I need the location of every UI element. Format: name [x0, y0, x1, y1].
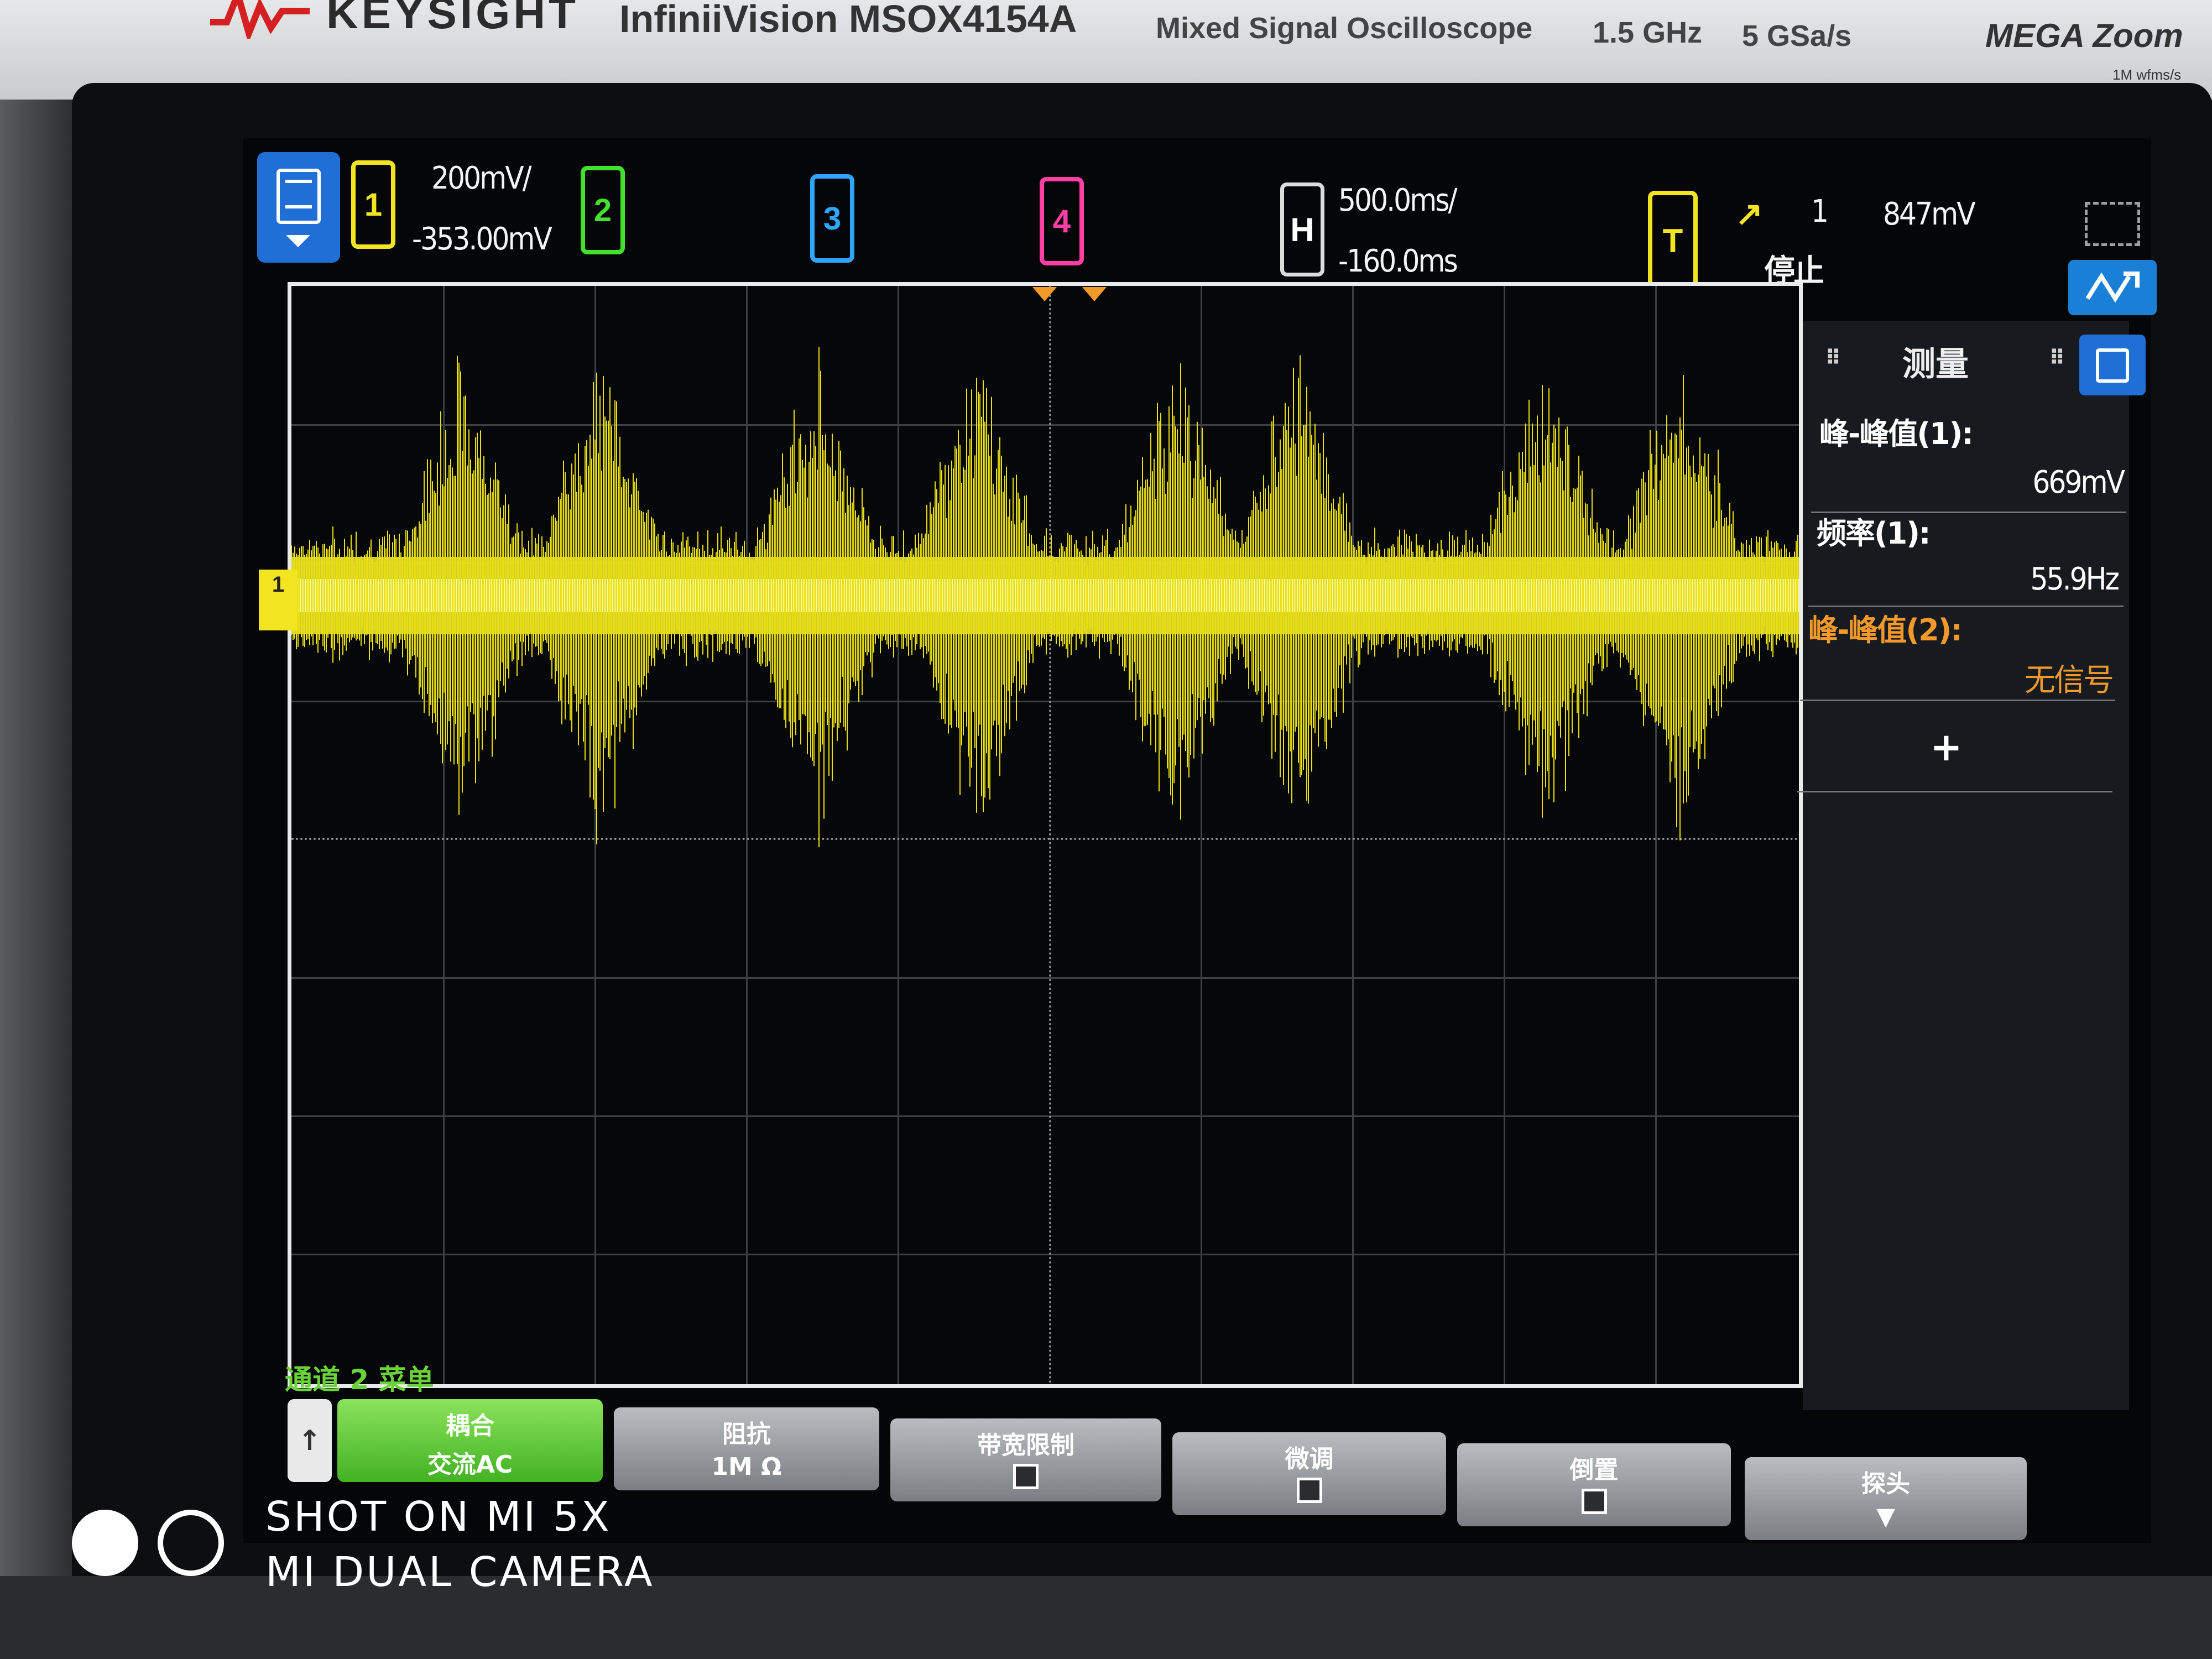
camera-logo-dot-icon	[72, 1510, 138, 1576]
camera-watermark-line1: SHOT ON MI 5X	[265, 1493, 612, 1541]
channel-2-indicator[interactable]: 2	[581, 166, 625, 254]
measurement-value: 55.9Hz	[2030, 561, 2120, 597]
fine-adjust-softkey[interactable]: 微调	[1172, 1432, 1446, 1515]
time-scale: 500.0ms/	[1338, 182, 1457, 218]
softkey-label: 耦合	[446, 1412, 494, 1440]
waveform-arrow-icon	[2085, 272, 2140, 303]
measurement-title: 测量	[1902, 345, 1969, 384]
menu-icon	[276, 169, 321, 224]
trigger-level: 847mV	[1883, 196, 1976, 232]
bandwidth-label: 1.5 GHz	[1593, 16, 1703, 49]
bandwidth-limit-softkey[interactable]: 带宽限制	[890, 1418, 1161, 1501]
back-button[interactable]: ↑	[288, 1399, 332, 1482]
softkey-label: 倒置	[1569, 1456, 1619, 1484]
channel-1-ground-marker[interactable]: 1	[259, 570, 298, 630]
measurement-label: 峰-峰值(2):	[1808, 613, 1963, 648]
time-delay: -160.0ms	[1338, 243, 1458, 279]
checkbox-icon	[1296, 1478, 1322, 1503]
softkey-menu-title: 通道 2 菜单	[285, 1364, 434, 1396]
trigger-source: 1	[1811, 194, 1829, 229]
invert-softkey[interactable]: 倒置	[1457, 1443, 1731, 1526]
horizontal-indicator[interactable]: H	[1280, 182, 1324, 276]
sample-rate-label: 5 GSa/s	[1742, 19, 1852, 53]
measurement-label: 峰-峰值(1):	[1819, 416, 1974, 451]
instrument-description: Mixed Signal Oscilloscope	[1156, 12, 1533, 45]
selection-box-icon[interactable]	[2085, 202, 2140, 246]
channel-1-indicator[interactable]: 1	[351, 160, 395, 249]
coupling-softkey[interactable]: 耦合 交流AC	[337, 1399, 603, 1482]
menu-icon	[2096, 348, 2129, 383]
measurement-value: 无信号	[2025, 662, 2114, 698]
waveform-graticule[interactable]	[288, 282, 1803, 1388]
drag-handle-icon[interactable]: ⠿	[1825, 346, 1841, 370]
add-measurement-button[interactable]: +	[1930, 724, 1963, 770]
megazoom-sub: 1M wfms/s	[2112, 66, 2182, 83]
softkey-label: 探头	[1861, 1470, 1910, 1498]
ch1-offset: -353.00mV	[412, 221, 552, 257]
channel-1-waveform	[291, 347, 1799, 848]
brand-name: KEYSIGHT	[326, 0, 579, 38]
softkey-value: 交流AC	[427, 1451, 513, 1479]
channel-4-indicator[interactable]: 4	[1040, 177, 1084, 265]
separator	[1797, 791, 2112, 792]
measurement-label: 频率(1):	[1817, 516, 1931, 551]
rising-edge-icon: ↗	[1735, 195, 1764, 232]
separator	[1800, 700, 2115, 701]
waveform-trace	[291, 347, 1798, 848]
checkbox-icon	[1013, 1464, 1039, 1489]
keysight-logo-icon	[210, 0, 310, 39]
softkey-label: 微调	[1285, 1445, 1334, 1473]
softkey-value: 1M Ω	[711, 1453, 782, 1481]
softkey-label: 阻抗	[722, 1420, 771, 1448]
camera-logo-ring-icon	[158, 1510, 224, 1576]
trigger-indicator[interactable]: T	[1648, 191, 1698, 290]
auto-scale-icon[interactable]	[2068, 260, 2157, 315]
main-menu-button[interactable]	[257, 152, 340, 263]
submenu-arrow-icon: ▼	[1876, 1503, 1895, 1531]
measurement-value: 669mV	[2032, 465, 2125, 500]
background-wall	[0, 100, 77, 1659]
dropdown-arrow-icon	[286, 235, 310, 247]
measurement-menu-button[interactable]	[2079, 335, 2146, 395]
channel-3-indicator[interactable]: 3	[810, 174, 854, 263]
model-name: InfiniiVision MSOX4154A	[619, 0, 1077, 40]
softkey-label: 带宽限制	[977, 1431, 1074, 1459]
probe-softkey[interactable]: 探头 ▼	[1745, 1457, 2027, 1540]
megazoom-logo: MEGA Zoom	[1985, 17, 2183, 54]
up-arrow-icon: ↑	[298, 1425, 321, 1457]
camera-watermark-line2: MI DUAL CAMERA	[265, 1548, 655, 1596]
ch1-scale: 200mV/	[431, 160, 532, 196]
drag-handle-icon[interactable]: ⠿	[2049, 346, 2065, 370]
checkbox-icon	[1581, 1489, 1607, 1514]
impedance-softkey[interactable]: 阻抗 1M Ω	[614, 1407, 879, 1490]
